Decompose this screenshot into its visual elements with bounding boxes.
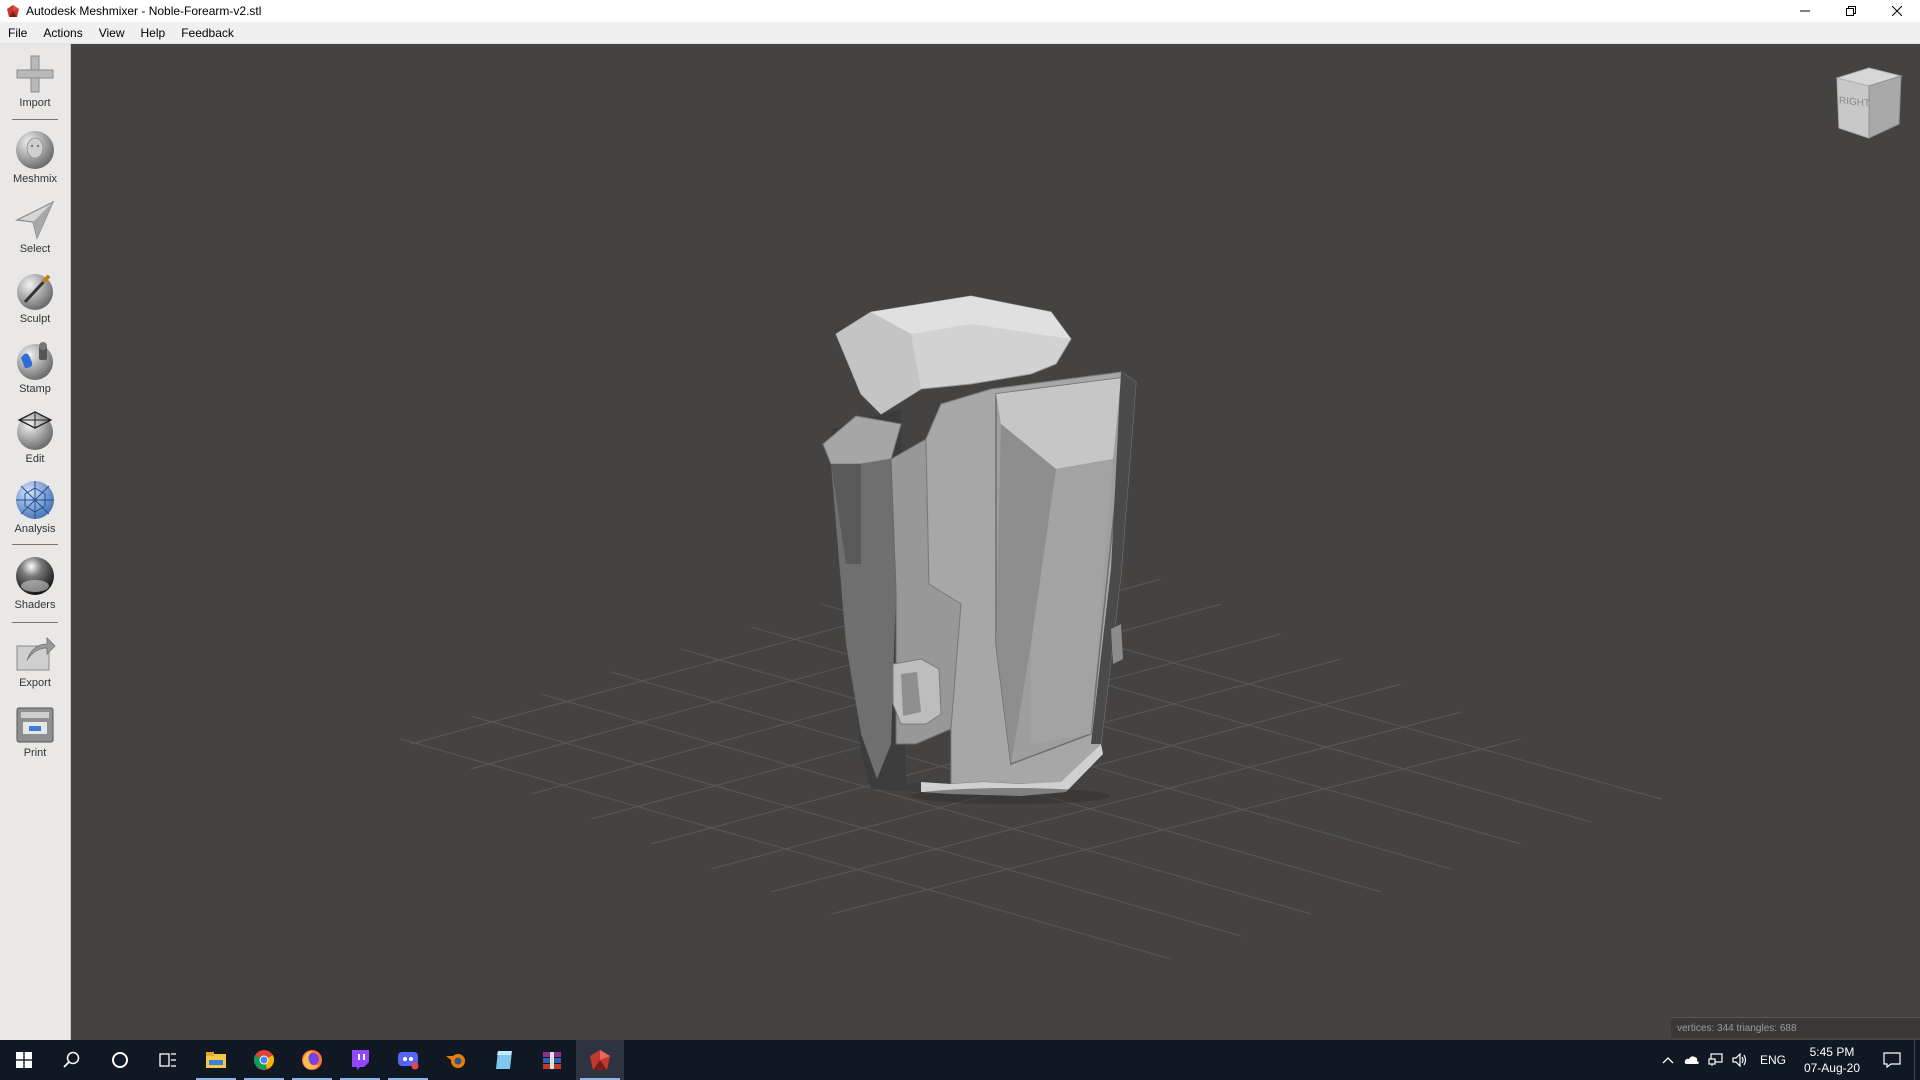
restore-icon xyxy=(1846,6,1856,16)
task-view-button[interactable] xyxy=(144,1040,192,1080)
brush-sphere-icon xyxy=(17,274,53,310)
clock[interactable]: 5:45 PM 07-Aug-20 xyxy=(1794,1044,1870,1076)
show-hidden-icons-button[interactable] xyxy=(1656,1040,1680,1080)
shaders-button[interactable]: Shaders xyxy=(0,554,70,611)
firefox-icon xyxy=(302,1050,322,1070)
view-cube[interactable]: RIGHT xyxy=(1829,64,1907,144)
taskbar-twitch[interactable] xyxy=(336,1040,384,1080)
taskbar-notepad[interactable] xyxy=(480,1040,528,1080)
edit-button[interactable]: Edit xyxy=(0,408,70,465)
cortana-button[interactable] xyxy=(96,1040,144,1080)
arrow-cursor-icon xyxy=(14,200,55,240)
import-button[interactable]: Import xyxy=(0,52,70,109)
export-label: Export xyxy=(19,677,51,689)
stamp-sphere-icon xyxy=(17,342,53,380)
menu-bar: File Actions View Help Feedback xyxy=(0,22,1920,44)
volume-button[interactable] xyxy=(1728,1040,1752,1080)
start-button[interactable] xyxy=(0,1040,48,1080)
menu-view[interactable]: View xyxy=(91,22,133,44)
taskbar-file-explorer[interactable] xyxy=(192,1040,240,1080)
notepad-icon xyxy=(496,1051,512,1069)
close-icon xyxy=(1892,6,1902,16)
restore-button[interactable] xyxy=(1828,0,1874,22)
taskbar-firefox[interactable] xyxy=(288,1040,336,1080)
stamp-label: Stamp xyxy=(19,383,51,395)
blender-icon xyxy=(446,1054,465,1068)
toolbar-divider xyxy=(12,622,58,623)
analysis-button[interactable]: Analysis xyxy=(0,478,70,535)
sculpt-button[interactable]: Sculpt xyxy=(0,268,70,325)
notification-icon xyxy=(1883,1052,1901,1068)
speaker-icon xyxy=(1732,1053,1747,1067)
menu-file[interactable]: File xyxy=(0,22,35,44)
network-icon xyxy=(1708,1053,1723,1066)
twitch-icon xyxy=(352,1050,369,1070)
toolbar-divider xyxy=(12,119,58,120)
menu-feedback[interactable]: Feedback xyxy=(173,22,242,44)
system-tray: ENG 5:45 PM 07-Aug-20 xyxy=(1656,1040,1920,1080)
taskbar-meshmixer[interactable] xyxy=(576,1040,624,1080)
chrome-icon xyxy=(253,1050,275,1070)
meshmixer-app-icon xyxy=(7,5,19,17)
show-desktop-button[interactable] xyxy=(1914,1040,1920,1080)
edit-label: Edit xyxy=(25,453,45,465)
search-button[interactable] xyxy=(48,1040,96,1080)
minimize-button[interactable] xyxy=(1782,0,1828,22)
print-button[interactable]: Print xyxy=(0,702,70,759)
analysis-label: Analysis xyxy=(14,523,56,535)
windows-start-icon xyxy=(16,1052,32,1068)
meshmix-label: Meshmix xyxy=(12,173,57,185)
task-view-icon xyxy=(159,1053,176,1067)
face-sphere-icon xyxy=(16,131,54,169)
windows-taskbar: ENG 5:45 PM 07-Aug-20 xyxy=(0,1040,1920,1080)
wire-sphere-icon xyxy=(17,411,53,450)
input-language[interactable]: ENG xyxy=(1752,1053,1794,1067)
analysis-sphere-icon xyxy=(16,481,54,519)
scene-canvas xyxy=(400,295,1662,960)
chevron-up-icon xyxy=(1662,1057,1674,1064)
file-explorer-icon xyxy=(206,1052,226,1068)
winrar-icon xyxy=(543,1052,561,1069)
toolbar-divider xyxy=(12,544,58,545)
minimize-icon xyxy=(1800,10,1810,12)
tool-sidebar: Import Meshmix Select Sculpt Stamp Edit … xyxy=(0,44,71,1040)
window-controls xyxy=(1782,0,1920,22)
action-center-button[interactable] xyxy=(1870,1040,1914,1080)
mesh-stats-status: vertices: 344 triangles: 688 xyxy=(1671,1017,1920,1038)
clock-time: 5:45 PM xyxy=(1809,1045,1855,1059)
shaders-label: Shaders xyxy=(14,599,56,611)
shiny-sphere-icon xyxy=(16,557,54,595)
discord-icon xyxy=(398,1052,419,1070)
3d-viewport[interactable]: RIGHT vertices: 344 triangles: 688 xyxy=(71,44,1920,1040)
meshmixer-icon xyxy=(590,1050,610,1070)
select-button[interactable]: Select xyxy=(0,198,70,255)
menu-help[interactable]: Help xyxy=(133,22,174,44)
window-title: Autodesk Meshmixer - Noble-Forearm-v2.st… xyxy=(26,4,262,18)
print-label: Print xyxy=(23,747,47,759)
export-arrow-icon xyxy=(16,637,56,671)
cloud-icon xyxy=(1684,1056,1699,1064)
printer-icon xyxy=(16,707,54,743)
plus-icon xyxy=(16,55,54,93)
taskbar-blender[interactable] xyxy=(432,1040,480,1080)
select-label: Select xyxy=(19,243,51,255)
clock-date: 07-Aug-20 xyxy=(1803,1061,1860,1075)
forearm-mesh-model[interactable] xyxy=(822,295,1137,804)
import-label: Import xyxy=(19,97,51,109)
stamp-button[interactable]: Stamp xyxy=(0,338,70,395)
sculpt-label: Sculpt xyxy=(19,313,51,325)
onedrive-button[interactable] xyxy=(1680,1040,1704,1080)
export-button[interactable]: Export xyxy=(0,632,70,689)
mesh-stats-text: vertices: 344 triangles: 688 xyxy=(1677,1022,1797,1034)
title-bar: Autodesk Meshmixer - Noble-Forearm-v2.st… xyxy=(0,0,1920,22)
taskbar-winrar[interactable] xyxy=(528,1040,576,1080)
close-button[interactable] xyxy=(1874,0,1920,22)
search-icon xyxy=(63,1051,80,1068)
meshmix-button[interactable]: Meshmix xyxy=(0,128,70,185)
cortana-icon xyxy=(112,1052,128,1068)
menu-actions[interactable]: Actions xyxy=(35,22,90,44)
taskbar-chrome[interactable] xyxy=(240,1040,288,1080)
taskbar-discord[interactable] xyxy=(384,1040,432,1080)
network-button[interactable] xyxy=(1704,1040,1728,1080)
